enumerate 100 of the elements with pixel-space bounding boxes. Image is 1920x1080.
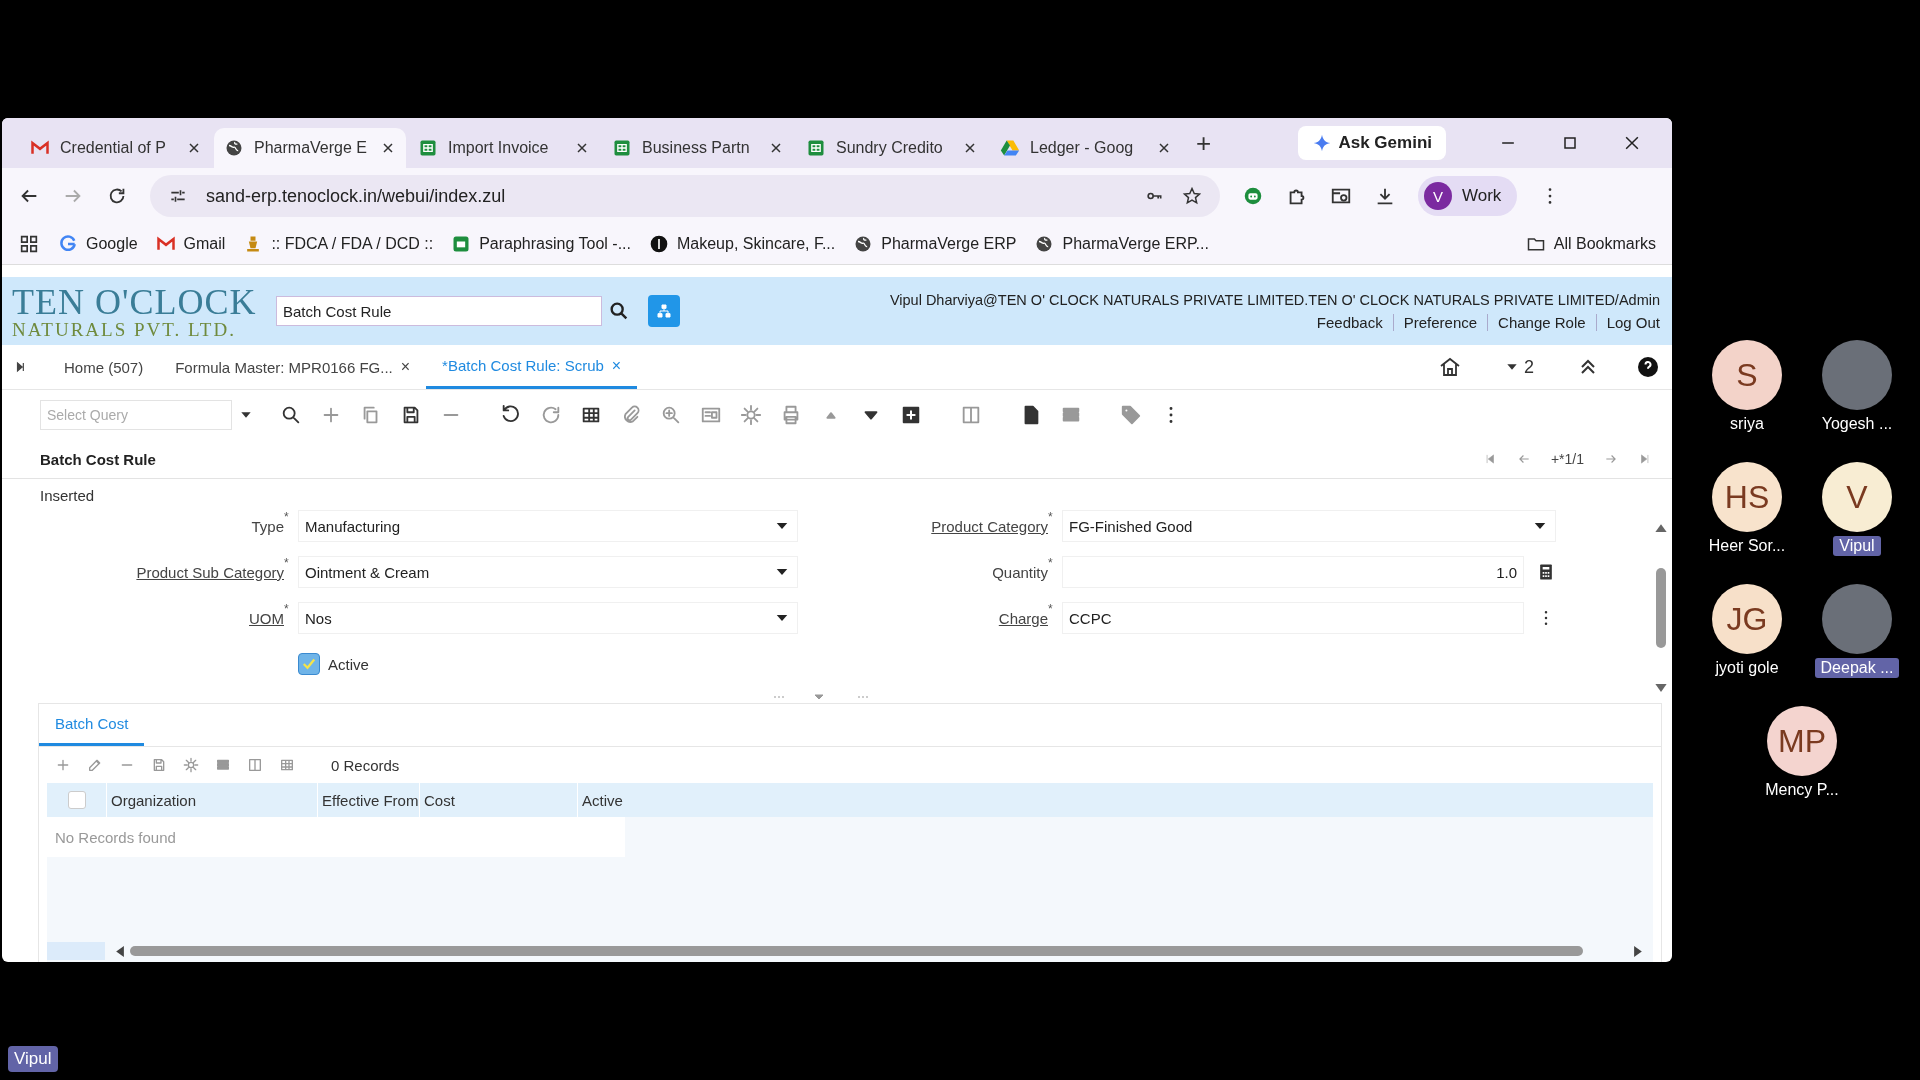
spreadsheet-icon [418, 138, 438, 158]
refresh-icon[interactable] [540, 404, 562, 426]
previous-arrow-icon[interactable] [1516, 452, 1531, 466]
last-record-icon[interactable] [1638, 452, 1652, 466]
avatar-circle: V [1424, 182, 1452, 210]
participant-avatar: JG [1712, 584, 1782, 654]
bookmark-link[interactable]: :: FDCA / FDA / DCD :: [243, 234, 434, 254]
search-icon[interactable] [608, 300, 630, 322]
bookmark-link[interactable]: Gmail [155, 234, 226, 254]
field-label: Type [250, 517, 284, 535]
apps-grid-icon[interactable] [18, 233, 40, 255]
participant-name: Heer Sor... [1707, 536, 1787, 556]
tag-icon[interactable] [1120, 404, 1142, 426]
search-icon[interactable] [280, 404, 302, 426]
required-mark: * [284, 556, 290, 570]
field-label: Quantity [991, 563, 1048, 581]
record-status: Inserted [40, 487, 96, 504]
field-label[interactable]: Product Category [798, 517, 1048, 535]
field-label[interactable]: UOM [40, 609, 284, 627]
header-link[interactable]: Feedback [1306, 313, 1393, 331]
bookmark-link[interactable]: Makeup, Skincare, F... [648, 234, 836, 254]
browser-tab[interactable]: Import Invoice [408, 128, 600, 168]
close-tab-button[interactable]: × [611, 356, 622, 375]
bookmark-link[interactable]: PharmaVerge ERP... [1034, 234, 1209, 254]
browser-tab[interactable]: PharmaVerge E [214, 128, 406, 168]
bookmark-link[interactable]: Google [58, 234, 138, 254]
dropdown-field[interactable]: Manufacturing [298, 510, 798, 542]
browser-tab[interactable]: Business Partn [602, 128, 794, 168]
home-icon[interactable] [1438, 355, 1462, 379]
columns-icon[interactable] [960, 404, 982, 426]
participant-name: Vipul [1833, 536, 1881, 556]
participant-name: Mency P... [1764, 780, 1840, 800]
close-tab-button[interactable]: × [400, 358, 411, 376]
query-dropdown[interactable]: Select Query [40, 400, 232, 430]
scroll-corner [47, 942, 105, 960]
scrollbar-thumb[interactable] [1656, 568, 1666, 648]
required-mark: * [1048, 556, 1054, 570]
all-bookmarks-link[interactable]: All Bookmarks [1525, 234, 1656, 254]
presenter-name: Vipul [8, 1046, 58, 1072]
dropdown-field[interactable]: FG-Finished Good [1062, 510, 1556, 542]
robot-icon[interactable] [1242, 185, 1264, 207]
app-icon [451, 234, 472, 254]
search-field[interactable]: Batch Cost Rule [276, 296, 602, 326]
dropdown-field[interactable]: Ointment & Cream [298, 556, 798, 588]
checkbox[interactable] [298, 653, 320, 675]
required-mark: * [1048, 602, 1054, 616]
window-tab[interactable]: *Batch Cost Rule: Scrub × [426, 345, 638, 389]
help-icon[interactable] [1636, 355, 1660, 379]
number-field[interactable]: 1.0 [1062, 556, 1524, 588]
column-header[interactable]: Active [578, 783, 623, 817]
scroll-down-icon[interactable] [1655, 684, 1667, 693]
header-link[interactable]: Preference [1392, 313, 1488, 331]
scroll-left-icon[interactable] [115, 945, 124, 957]
tab-list-button[interactable]: 2 [1498, 355, 1540, 379]
circle-icon [648, 234, 669, 254]
company-logo: TEN O'CLOCK NATURALS PVT. LTD. [12, 283, 258, 339]
bookmark-link[interactable]: PharmaVerge ERP [853, 234, 1017, 254]
gemini-button[interactable]: Ask Gemini [1298, 126, 1446, 160]
plus-square-icon[interactable] [900, 404, 922, 426]
browser-tab[interactable]: Sundry Credito [796, 128, 988, 168]
rows-icon[interactable] [215, 757, 231, 773]
required-mark: * [284, 602, 290, 616]
browser-tab[interactable]: Ledger - Goog [990, 128, 1182, 168]
participant-avatar: MP [1767, 706, 1837, 776]
required-mark: * [1048, 510, 1054, 524]
participant-avatar: HS [1712, 462, 1782, 532]
scroll-right-icon[interactable] [1634, 945, 1643, 957]
record-counter: +*1/1 [1550, 451, 1584, 467]
columns-icon[interactable] [247, 757, 263, 773]
field-label[interactable]: Charge [798, 609, 1048, 627]
select-all-checkbox[interactable] [67, 791, 86, 809]
star-icon[interactable] [1182, 186, 1202, 206]
profile-button[interactable]: V Work [1418, 176, 1518, 216]
hierarchy-icon [656, 303, 672, 319]
browser-tab[interactable]: Credential of P [20, 128, 212, 168]
new-tab-button[interactable]: + [1184, 127, 1224, 159]
zoom-icon[interactable] [660, 404, 682, 426]
hierarchy-button[interactable] [648, 295, 680, 327]
settings-icon[interactable] [183, 757, 199, 773]
field-label[interactable]: Product Sub Category [40, 563, 284, 581]
edit-icon[interactable] [87, 757, 103, 773]
dropdown-field[interactable]: Nos [298, 602, 798, 634]
globe-icon [224, 138, 244, 158]
participant-name: Yogesh ... [1820, 414, 1894, 434]
scroll-up-icon[interactable] [1655, 523, 1667, 532]
address-bar[interactable]: sand-erp.tenoclock.in/webui/index.zul [150, 175, 1220, 217]
detail-tab[interactable]: Batch Cost [39, 704, 145, 746]
header-link[interactable]: Change Role [1487, 313, 1596, 331]
profile-label: Work [1462, 186, 1502, 206]
bookmark-link[interactable]: Paraphrasing Tool -... [451, 234, 631, 254]
header-link[interactable]: Log Out [1595, 313, 1660, 331]
triangle-icon [1000, 138, 1020, 158]
scrollbar-thumb[interactable] [130, 946, 1584, 956]
participant-name: jyoti gole [1714, 658, 1780, 678]
record-count: 0 Records [331, 756, 400, 774]
window-tab[interactable]: Formula Master: MPR0166 FG... × [159, 345, 427, 389]
text-field[interactable]: CCPC [1062, 602, 1524, 634]
active-checkbox[interactable]: Active [298, 653, 369, 675]
window-tab[interactable]: Home (507) [48, 345, 160, 389]
settings-icon[interactable] [740, 404, 762, 426]
